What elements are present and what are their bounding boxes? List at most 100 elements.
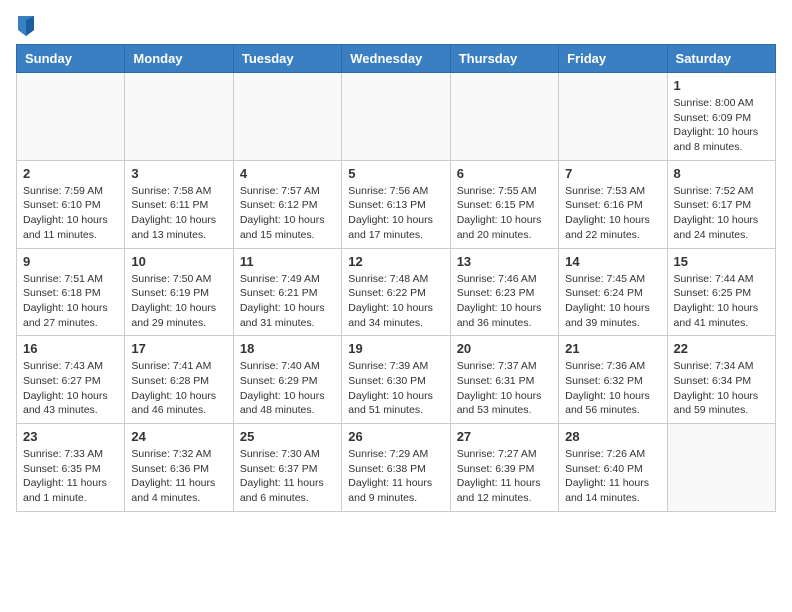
day-info: Sunrise: 7:46 AM Sunset: 6:23 PM Dayligh…: [457, 272, 552, 331]
calendar-cell: 1 Sunrise: 8:00 AM Sunset: 6:09 PM Daylig…: [667, 73, 775, 161]
day-info: Sunrise: 7:52 AM Sunset: 6:17 PM Dayligh…: [674, 184, 769, 243]
day-number: 25: [240, 429, 335, 444]
calendar-cell: [125, 73, 233, 161]
calendar-cell: 4 Sunrise: 7:57 AM Sunset: 6:12 PM Daylig…: [233, 160, 341, 248]
calendar-cell: 5Sunrise: 7:56 AM Sunset: 6:13 PM Daylig…: [342, 160, 450, 248]
calendar-week-row: 9 Sunrise: 7:51 AM Sunset: 6:18 PM Daylig…: [17, 248, 776, 336]
calendar-cell: 12 Sunrise: 7:48 AM Sunset: 6:22 PM Dayli…: [342, 248, 450, 336]
calendar-cell: 6Sunrise: 7:55 AM Sunset: 6:15 PM Daylig…: [450, 160, 558, 248]
calendar-cell: 24 Sunrise: 7:32 AM Sunset: 6:36 PM Dayli…: [125, 424, 233, 512]
calendar-cell: [667, 424, 775, 512]
day-number: 2: [23, 166, 118, 181]
day-number: 26: [348, 429, 443, 444]
calendar-table: SundayMondayTuesdayWednesdayThursdayFrid…: [16, 44, 776, 512]
day-info: Sunrise: 7:37 AM Sunset: 6:31 PM Dayligh…: [457, 359, 552, 418]
day-number: 21: [565, 341, 660, 356]
calendar-cell: 28Sunrise: 7:26 AM Sunset: 6:40 PM Dayli…: [559, 424, 667, 512]
day-number: 6: [457, 166, 552, 181]
calendar-cell: 13 Sunrise: 7:46 AM Sunset: 6:23 PM Dayli…: [450, 248, 558, 336]
day-info: Sunrise: 7:53 AM Sunset: 6:16 PM Dayligh…: [565, 184, 660, 243]
day-info: Sunrise: 7:58 AM Sunset: 6:11 PM Dayligh…: [131, 184, 226, 243]
calendar-week-row: 23Sunrise: 7:33 AM Sunset: 6:35 PM Dayli…: [17, 424, 776, 512]
calendar-cell: 7 Sunrise: 7:53 AM Sunset: 6:16 PM Daylig…: [559, 160, 667, 248]
calendar-cell: 3 Sunrise: 7:58 AM Sunset: 6:11 PM Daylig…: [125, 160, 233, 248]
calendar-cell: 8 Sunrise: 7:52 AM Sunset: 6:17 PM Daylig…: [667, 160, 775, 248]
day-number: 9: [23, 254, 118, 269]
day-number: 13: [457, 254, 552, 269]
day-info: Sunrise: 8:00 AM Sunset: 6:09 PM Dayligh…: [674, 96, 769, 155]
day-header-tuesday: Tuesday: [233, 45, 341, 73]
calendar-cell: [17, 73, 125, 161]
day-header-sunday: Sunday: [17, 45, 125, 73]
calendar-cell: 25 Sunrise: 7:30 AM Sunset: 6:37 PM Dayli…: [233, 424, 341, 512]
calendar-cell: 23Sunrise: 7:33 AM Sunset: 6:35 PM Dayli…: [17, 424, 125, 512]
calendar-cell: 27 Sunrise: 7:27 AM Sunset: 6:39 PM Dayli…: [450, 424, 558, 512]
calendar-cell: 19 Sunrise: 7:39 AM Sunset: 6:30 PM Dayli…: [342, 336, 450, 424]
calendar-cell: 15 Sunrise: 7:44 AM Sunset: 6:25 PM Dayli…: [667, 248, 775, 336]
day-number: 12: [348, 254, 443, 269]
calendar-cell: [450, 73, 558, 161]
day-number: 11: [240, 254, 335, 269]
calendar-week-row: 1 Sunrise: 8:00 AM Sunset: 6:09 PM Daylig…: [17, 73, 776, 161]
day-number: 10: [131, 254, 226, 269]
calendar-cell: 22 Sunrise: 7:34 AM Sunset: 6:34 PM Dayli…: [667, 336, 775, 424]
day-number: 22: [674, 341, 769, 356]
calendar-cell: 20 Sunrise: 7:37 AM Sunset: 6:31 PM Dayli…: [450, 336, 558, 424]
logo-icon: [18, 16, 34, 36]
day-info: Sunrise: 7:44 AM Sunset: 6:25 PM Dayligh…: [674, 272, 769, 331]
day-number: 3: [131, 166, 226, 181]
day-number: 27: [457, 429, 552, 444]
day-info: Sunrise: 7:51 AM Sunset: 6:18 PM Dayligh…: [23, 272, 118, 331]
day-number: 4: [240, 166, 335, 181]
calendar-cell: 9 Sunrise: 7:51 AM Sunset: 6:18 PM Daylig…: [17, 248, 125, 336]
day-number: 5: [348, 166, 443, 181]
day-header-saturday: Saturday: [667, 45, 775, 73]
day-info: Sunrise: 7:50 AM Sunset: 6:19 PM Dayligh…: [131, 272, 226, 331]
day-info: Sunrise: 7:33 AM Sunset: 6:35 PM Dayligh…: [23, 447, 118, 506]
calendar-cell: 21 Sunrise: 7:36 AM Sunset: 6:32 PM Dayli…: [559, 336, 667, 424]
calendar-cell: 18Sunrise: 7:40 AM Sunset: 6:29 PM Dayli…: [233, 336, 341, 424]
day-number: 24: [131, 429, 226, 444]
day-info: Sunrise: 7:48 AM Sunset: 6:22 PM Dayligh…: [348, 272, 443, 331]
calendar-week-row: 2 Sunrise: 7:59 AM Sunset: 6:10 PM Daylig…: [17, 160, 776, 248]
day-number: 19: [348, 341, 443, 356]
day-info: Sunrise: 7:49 AM Sunset: 6:21 PM Dayligh…: [240, 272, 335, 331]
day-info: Sunrise: 7:59 AM Sunset: 6:10 PM Dayligh…: [23, 184, 118, 243]
day-number: 8: [674, 166, 769, 181]
day-info: Sunrise: 7:30 AM Sunset: 6:37 PM Dayligh…: [240, 447, 335, 506]
day-header-wednesday: Wednesday: [342, 45, 450, 73]
day-number: 16: [23, 341, 118, 356]
day-number: 20: [457, 341, 552, 356]
page-header: [16, 16, 776, 36]
day-header-thursday: Thursday: [450, 45, 558, 73]
day-number: 17: [131, 341, 226, 356]
day-header-friday: Friday: [559, 45, 667, 73]
calendar-header-row: SundayMondayTuesdayWednesdayThursdayFrid…: [17, 45, 776, 73]
day-info: Sunrise: 7:27 AM Sunset: 6:39 PM Dayligh…: [457, 447, 552, 506]
calendar-cell: [233, 73, 341, 161]
day-info: Sunrise: 7:34 AM Sunset: 6:34 PM Dayligh…: [674, 359, 769, 418]
calendar-cell: 2 Sunrise: 7:59 AM Sunset: 6:10 PM Daylig…: [17, 160, 125, 248]
day-info: Sunrise: 7:57 AM Sunset: 6:12 PM Dayligh…: [240, 184, 335, 243]
day-info: Sunrise: 7:26 AM Sunset: 6:40 PM Dayligh…: [565, 447, 660, 506]
day-info: Sunrise: 7:41 AM Sunset: 6:28 PM Dayligh…: [131, 359, 226, 418]
day-number: 14: [565, 254, 660, 269]
day-number: 1: [674, 78, 769, 93]
calendar-cell: 10 Sunrise: 7:50 AM Sunset: 6:19 PM Dayli…: [125, 248, 233, 336]
day-number: 15: [674, 254, 769, 269]
day-info: Sunrise: 7:40 AM Sunset: 6:29 PM Dayligh…: [240, 359, 335, 418]
calendar-cell: 17 Sunrise: 7:41 AM Sunset: 6:28 PM Dayli…: [125, 336, 233, 424]
calendar-cell: 26 Sunrise: 7:29 AM Sunset: 6:38 PM Dayli…: [342, 424, 450, 512]
day-number: 7: [565, 166, 660, 181]
day-info: Sunrise: 7:29 AM Sunset: 6:38 PM Dayligh…: [348, 447, 443, 506]
day-info: Sunrise: 7:32 AM Sunset: 6:36 PM Dayligh…: [131, 447, 226, 506]
day-info: Sunrise: 7:39 AM Sunset: 6:30 PM Dayligh…: [348, 359, 443, 418]
calendar-cell: 14Sunrise: 7:45 AM Sunset: 6:24 PM Dayli…: [559, 248, 667, 336]
calendar-cell: [559, 73, 667, 161]
calendar-week-row: 16Sunrise: 7:43 AM Sunset: 6:27 PM Dayli…: [17, 336, 776, 424]
calendar-cell: [342, 73, 450, 161]
calendar-cell: 11 Sunrise: 7:49 AM Sunset: 6:21 PM Dayli…: [233, 248, 341, 336]
logo: [16, 16, 34, 36]
day-info: Sunrise: 7:36 AM Sunset: 6:32 PM Dayligh…: [565, 359, 660, 418]
day-header-monday: Monday: [125, 45, 233, 73]
